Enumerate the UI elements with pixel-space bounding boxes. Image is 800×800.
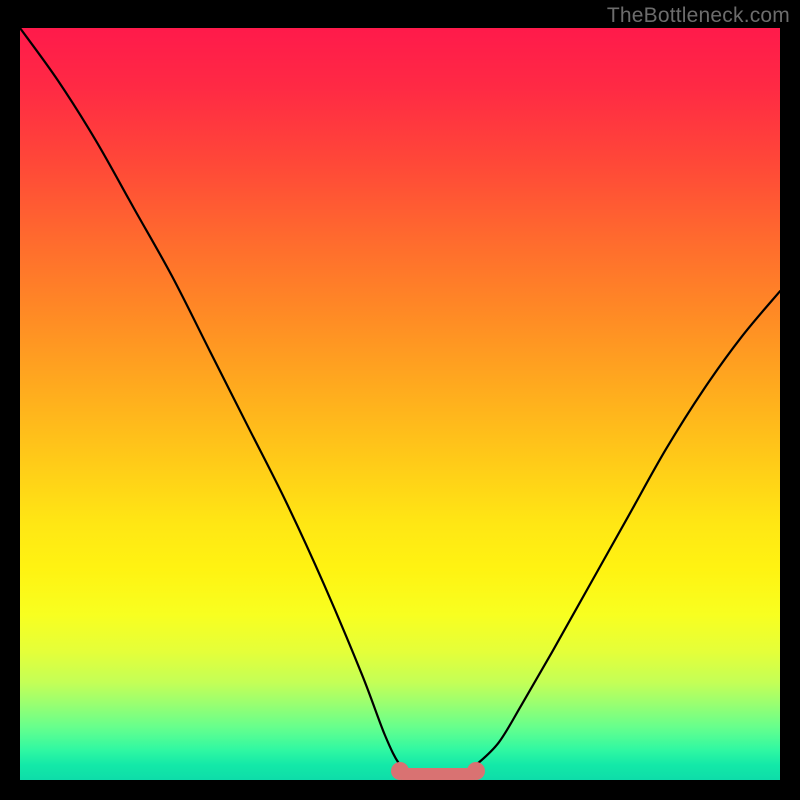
chart-frame: TheBottleneck.com [0, 0, 800, 800]
bottleneck-curve [20, 28, 780, 780]
watermark-text: TheBottleneck.com [607, 4, 790, 28]
optimal-range-dot-right [467, 762, 485, 780]
optimal-range-bar [400, 768, 476, 780]
plot-area [20, 28, 780, 780]
